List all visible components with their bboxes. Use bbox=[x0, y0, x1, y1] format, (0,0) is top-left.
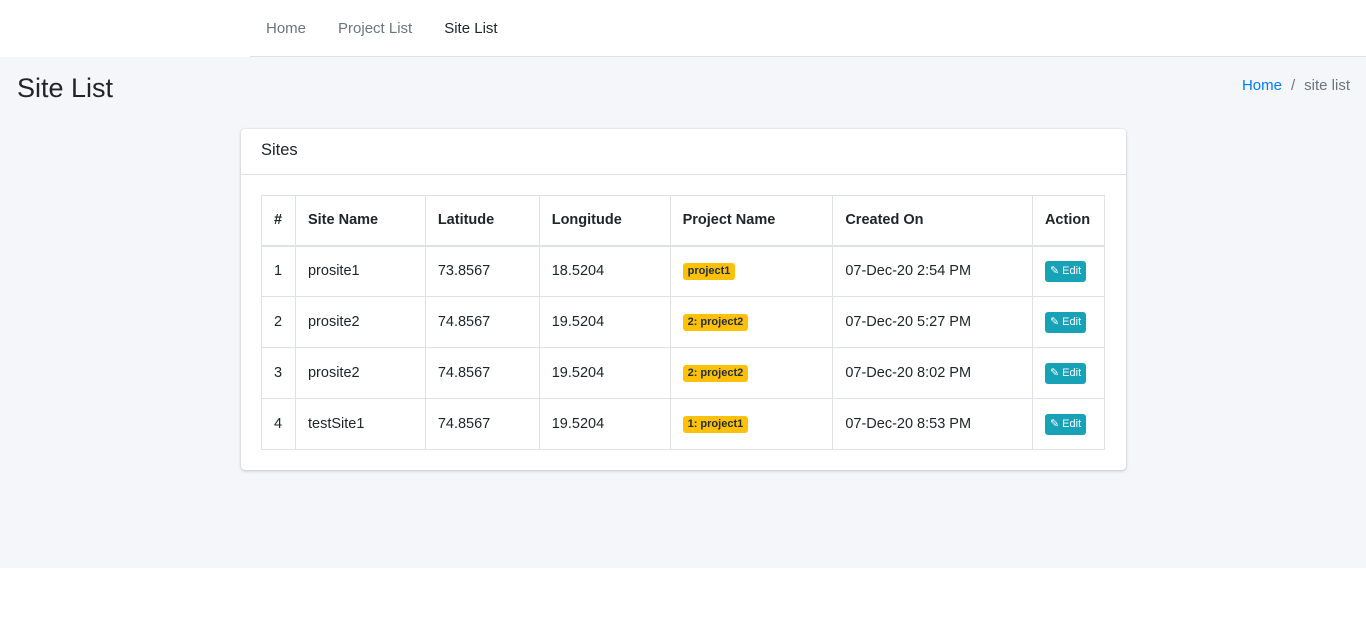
pencil-icon: ✎ bbox=[1049, 417, 1060, 430]
table-row: 3 prosite2 74.8567 19.5204 2: project2 0… bbox=[261, 347, 1106, 399]
cell-number: 3 bbox=[261, 347, 296, 399]
cell-project-name: 2: project2 bbox=[669, 347, 834, 399]
cell-number: 1 bbox=[261, 245, 296, 297]
cell-action: ✎ Edit bbox=[1031, 245, 1106, 297]
project-badge: 1: project1 bbox=[682, 416, 749, 433]
cell-longitude: 18.5204 bbox=[538, 245, 671, 297]
pencil-icon: ✎ bbox=[1049, 315, 1060, 328]
cell-site-name: testSite1 bbox=[294, 398, 426, 450]
card-body: # Site Name Latitude Longitude Project N… bbox=[241, 175, 1126, 470]
cell-site-name: prosite2 bbox=[294, 347, 426, 399]
edit-button[interactable]: ✎ Edit bbox=[1044, 260, 1087, 282]
page-title: Site List bbox=[17, 73, 114, 103]
column-header-action: Action bbox=[1031, 195, 1106, 247]
nav-links: Home Project List Site List bbox=[266, 0, 530, 56]
breadcrumb-separator: / bbox=[1290, 77, 1296, 94]
cell-number: 4 bbox=[261, 398, 296, 450]
cell-latitude: 74.8567 bbox=[424, 296, 540, 348]
pencil-icon: ✎ bbox=[1049, 264, 1060, 277]
breadcrumb-home-link[interactable]: Home bbox=[1242, 77, 1282, 94]
nav-item-home[interactable]: Home bbox=[266, 20, 306, 37]
edit-button-label: Edit bbox=[1062, 264, 1082, 277]
cell-longitude: 19.5204 bbox=[538, 296, 671, 348]
cell-longitude: 19.5204 bbox=[538, 398, 671, 450]
nav-item-project-list[interactable]: Project List bbox=[338, 20, 412, 37]
cell-latitude: 74.8567 bbox=[424, 398, 540, 450]
column-header-latitude: Latitude bbox=[424, 195, 540, 247]
pencil-icon: ✎ bbox=[1049, 366, 1060, 379]
cell-action: ✎ Edit bbox=[1031, 347, 1106, 399]
table-row: 1 prosite1 73.8567 18.5204 project1 07-D… bbox=[261, 245, 1106, 297]
project-badge: 2: project2 bbox=[682, 365, 749, 382]
edit-button[interactable]: ✎ Edit bbox=[1044, 413, 1087, 435]
column-header-longitude: Longitude bbox=[538, 195, 671, 247]
cell-site-name: prosite2 bbox=[294, 296, 426, 348]
column-header-site-name: Site Name bbox=[294, 195, 426, 247]
top-navbar: Home Project List Site List bbox=[250, 0, 1366, 57]
cell-latitude: 73.8567 bbox=[424, 245, 540, 297]
column-header-number: # bbox=[261, 195, 296, 247]
cell-action: ✎ Edit bbox=[1031, 398, 1106, 450]
cell-latitude: 74.8567 bbox=[424, 347, 540, 399]
cell-created-on: 07-Dec-20 8:02 PM bbox=[832, 347, 1033, 399]
cell-longitude: 19.5204 bbox=[538, 347, 671, 399]
column-header-project-name: Project Name bbox=[669, 195, 834, 247]
cell-created-on: 07-Dec-20 2:54 PM bbox=[832, 245, 1033, 297]
cell-action: ✎ Edit bbox=[1031, 296, 1106, 348]
cell-project-name: 2: project2 bbox=[669, 296, 834, 348]
breadcrumb: Home / site list bbox=[1242, 77, 1350, 94]
nav-item-site-list[interactable]: Site List bbox=[444, 20, 497, 37]
edit-button[interactable]: ✎ Edit bbox=[1044, 311, 1087, 333]
column-header-created-on: Created On bbox=[832, 195, 1033, 247]
sites-table: # Site Name Latitude Longitude Project N… bbox=[261, 195, 1106, 450]
table-row: 2 prosite2 74.8567 19.5204 2: project2 0… bbox=[261, 296, 1106, 348]
project-badge: 2: project2 bbox=[682, 314, 749, 331]
breadcrumb-current: site list bbox=[1304, 77, 1350, 94]
edit-button-label: Edit bbox=[1062, 366, 1082, 379]
cell-project-name: project1 bbox=[669, 245, 834, 297]
project-badge: project1 bbox=[682, 263, 736, 281]
sites-card: Sites # Site Name Latitude Longitude Pro… bbox=[241, 129, 1126, 470]
edit-button-label: Edit bbox=[1062, 417, 1082, 430]
table-header-row: # Site Name Latitude Longitude Project N… bbox=[261, 195, 1106, 247]
cell-number: 2 bbox=[261, 296, 296, 348]
content-wrapper: Site List Home / site list Sites # Site … bbox=[0, 57, 1366, 568]
table-row: 4 testSite1 74.8567 19.5204 1: project1 … bbox=[261, 398, 1106, 450]
edit-button-label: Edit bbox=[1062, 315, 1082, 328]
cell-site-name: prosite1 bbox=[294, 245, 426, 297]
edit-button[interactable]: ✎ Edit bbox=[1044, 362, 1087, 384]
cell-project-name: 1: project1 bbox=[669, 398, 834, 450]
card-title: Sites bbox=[241, 129, 1126, 175]
cell-created-on: 07-Dec-20 8:53 PM bbox=[832, 398, 1033, 450]
cell-created-on: 07-Dec-20 5:27 PM bbox=[832, 296, 1033, 348]
